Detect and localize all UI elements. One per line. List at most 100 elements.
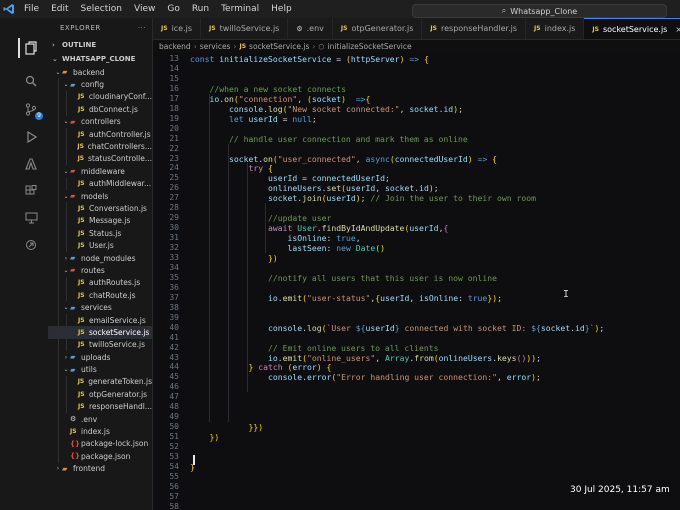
remote-explorer-icon[interactable] xyxy=(22,209,40,227)
tree-item[interactable]: {} package.json xyxy=(48,450,152,463)
tree-item[interactable]: JS chatRoute.js xyxy=(48,289,152,302)
tree-item[interactable]: JS User.js xyxy=(48,239,152,252)
source-control-icon[interactable]: 9 xyxy=(22,100,43,120)
code-line[interactable]: let userId = null; xyxy=(190,114,317,124)
tree-item[interactable]: JS index.js xyxy=(48,425,152,438)
line-number: 34 xyxy=(169,262,179,272)
code-line[interactable]: io.emit("user-status",{userId, isOnline:… xyxy=(190,293,502,303)
tree-item-label: routes xyxy=(81,265,105,275)
tree-item[interactable]: ⌄ ▰ services xyxy=(48,301,152,314)
code-line[interactable]: socket.on("user_connected", async(connec… xyxy=(190,154,497,164)
code-line[interactable]: }}) xyxy=(190,422,263,432)
search-icon[interactable] xyxy=(22,72,40,90)
menu-edit[interactable]: Edit xyxy=(45,4,74,14)
code-line[interactable]: //when a new socket connects xyxy=(190,84,346,94)
tab-twilloservicejs[interactable]: JS twilloService.js xyxy=(201,18,289,39)
tree-item-label: chatRoute.js xyxy=(89,290,136,300)
menu-view[interactable]: View xyxy=(128,4,161,14)
tree-item[interactable]: › ▰ frontend xyxy=(48,463,152,475)
code-line[interactable]: //update user xyxy=(190,213,331,223)
tree-item[interactable]: JS cloudinaryConf... xyxy=(48,90,152,104)
tree-item[interactable]: JS Message.js xyxy=(48,214,152,228)
tab-label: otpGenerator.js xyxy=(351,24,414,33)
tree-item[interactable]: JS otpGenerator.js xyxy=(48,388,152,401)
code-line[interactable]: onlineUsers.set(userId, socket.id); xyxy=(190,183,439,193)
breadcrumb-file[interactable]: socketService.js xyxy=(249,42,309,51)
code-line[interactable]: console.log(`User ${userId} connected wi… xyxy=(190,323,604,333)
azure-icon[interactable] xyxy=(22,155,40,173)
tree-item[interactable]: JS emailService.js xyxy=(48,313,152,327)
tab-icejs[interactable]: JS ice.js xyxy=(153,18,202,39)
line-number: 49 xyxy=(169,412,179,422)
tab-socketservicejs[interactable]: JSsocketService.js × xyxy=(584,18,680,39)
breadcrumb-services[interactable]: services xyxy=(200,42,231,51)
code-line[interactable]: lastSeen: new Date() xyxy=(190,243,384,253)
code-line[interactable]: // Emit online users to all clients xyxy=(190,343,439,353)
menu-terminal[interactable]: Terminal xyxy=(215,4,265,14)
tree-item[interactable]: JS twilloService.js xyxy=(48,338,152,351)
tree-item[interactable]: JS Conversation.js xyxy=(48,202,152,215)
indent-guide xyxy=(58,177,59,190)
explorer-icon[interactable] xyxy=(22,39,40,57)
breadcrumb-symbol[interactable]: initializeSocketService xyxy=(328,42,412,51)
outline-section-header[interactable]: › OUTLINE xyxy=(48,38,152,52)
code-line[interactable]: }) xyxy=(190,253,278,263)
tree-item[interactable]: JS dbConnect.js xyxy=(48,103,152,116)
code-line[interactable]: userId = connectedUserId; xyxy=(190,173,390,183)
line-number: 48 xyxy=(169,402,179,412)
indent-guide xyxy=(58,437,59,451)
tab-responsehandlerjs[interactable]: JS responseHandler.js xyxy=(422,18,527,39)
menu-selection[interactable]: Selection xyxy=(75,4,128,14)
tree-item[interactable]: › ▰ node_modules xyxy=(48,251,152,265)
tree-item[interactable]: ⌄ ▰ utils xyxy=(48,363,152,376)
tab-otpgeneratorjs[interactable]: JS otpGenerator.js xyxy=(333,18,423,39)
tree-item[interactable]: ⌄ ▰ middleware xyxy=(48,165,152,178)
code-line[interactable]: const initializeSocketService = (httpSer… xyxy=(190,54,429,64)
code-editor[interactable]: 13 14 15 16 17 18 19 20 21 22 23 24 25 26 27 28 29 30 31 32… xyxy=(153,53,680,510)
workspace-section-header[interactable]: ⌄ WHATSAPP_CLONE xyxy=(48,52,152,66)
menu-run[interactable]: Run xyxy=(186,4,215,14)
code-line[interactable]: await User.findByIdAndUpdate(userId,{ xyxy=(190,223,448,233)
code-line[interactable]: //notify all users that this user is now… xyxy=(190,273,497,283)
menu-go[interactable]: Go xyxy=(161,4,185,14)
code-line[interactable]: }) xyxy=(190,432,220,442)
code-line[interactable]: try { xyxy=(190,163,272,173)
code-line[interactable]: socket.join(userId); // Join the user to… xyxy=(190,193,536,203)
tree-item[interactable]: ⌄ ▰ models xyxy=(48,189,152,203)
breadcrumb-backend[interactable]: backend xyxy=(159,42,191,51)
command-center-search[interactable]: ⌕ Whatsapp_Clone xyxy=(412,4,667,18)
tree-item[interactable]: JS chatControllers... xyxy=(48,140,152,153)
code-line[interactable]: } catch (error) { xyxy=(190,362,331,372)
tree-item[interactable]: JS socketService.js xyxy=(48,326,152,339)
code-line[interactable]: // handle user connection and mark them … xyxy=(190,134,468,144)
tree-item[interactable]: ⌄ ▰ routes xyxy=(48,264,152,277)
tree-item[interactable]: › ▰ uploads xyxy=(48,350,152,364)
tree-item[interactable]: JS authMiddlewar... xyxy=(48,177,152,190)
tree-item[interactable]: JS authController.js xyxy=(48,127,152,141)
menu-file[interactable]: File xyxy=(18,4,45,14)
tree-item[interactable]: JS Status.js xyxy=(48,227,152,240)
menu-help[interactable]: Help xyxy=(265,4,298,14)
tree-item[interactable]: ⌄ ▰ backend xyxy=(48,66,152,78)
tree-item[interactable]: JS generateToken.js xyxy=(48,375,152,389)
code-line[interactable]: io.on("connection", (socket) =>{ xyxy=(190,94,371,104)
line-number: 45 xyxy=(169,372,179,382)
live-share-icon[interactable] xyxy=(22,236,40,254)
tree-item[interactable]: ⚙ .env xyxy=(48,412,152,426)
close-icon[interactable]: × xyxy=(675,25,680,34)
code-line[interactable]: isOnline: true, xyxy=(190,233,360,243)
run-debug-icon[interactable] xyxy=(22,128,40,146)
tree-item[interactable]: ⌄ ▰ config xyxy=(48,78,152,91)
more-actions-icon[interactable]: ··· xyxy=(138,24,146,32)
code-line[interactable]: console.error("Error handling user conne… xyxy=(190,372,541,382)
tree-item[interactable]: {} package-lock.json xyxy=(48,437,152,451)
tree-item[interactable]: JS responseHandl... xyxy=(48,400,152,413)
tree-item[interactable]: JS statusControlle... xyxy=(48,152,152,166)
code-line[interactable]: io.emit("online_users", Array.from(onlin… xyxy=(190,353,541,363)
tab-indexjs[interactable]: JS index.js xyxy=(526,18,585,39)
code-line[interactable]: console.log("New socket connected:", soc… xyxy=(190,104,463,114)
tree-item[interactable]: JS authRoutes.js xyxy=(48,276,152,290)
tab-env[interactable]: ⚙ .env xyxy=(288,18,333,39)
extensions-icon[interactable] xyxy=(22,182,40,200)
tree-item[interactable]: ⌄ ▰ controllers xyxy=(48,115,152,128)
